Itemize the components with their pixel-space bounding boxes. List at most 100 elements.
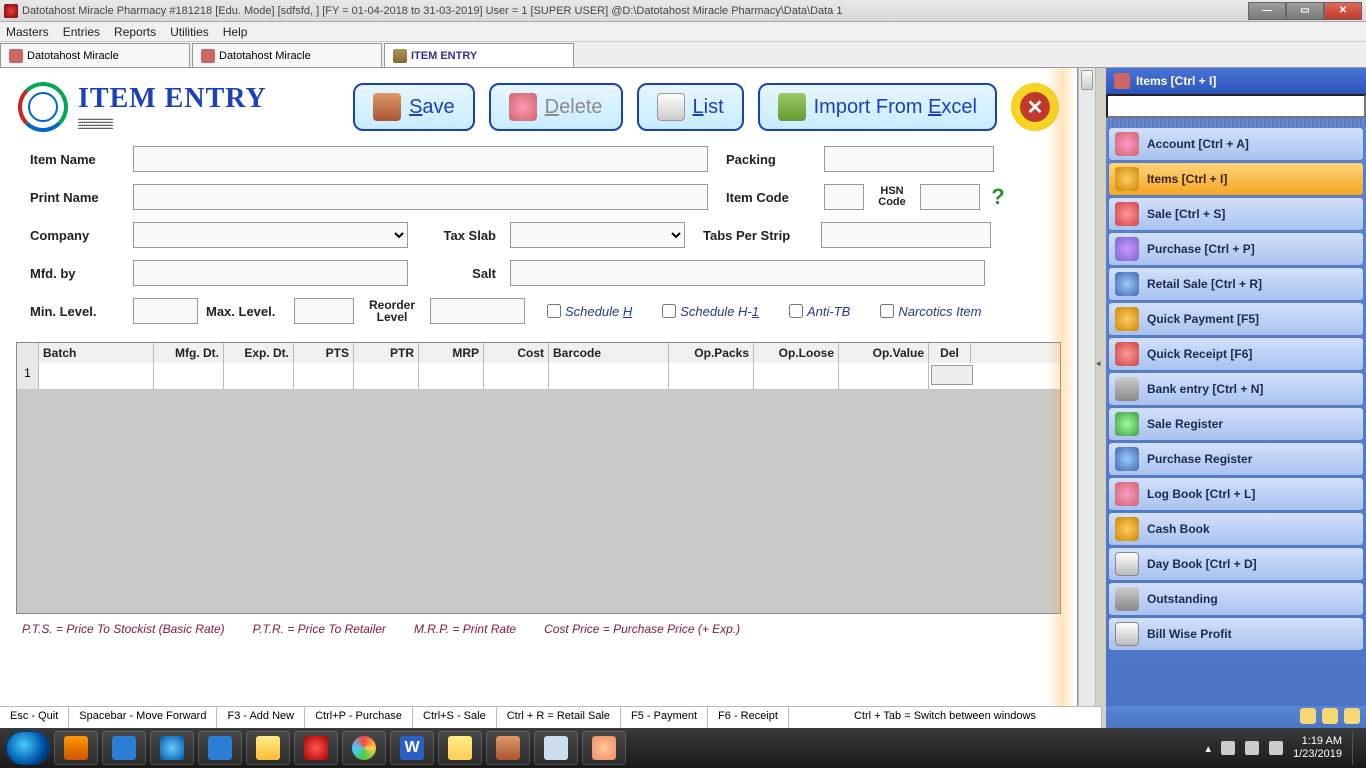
- side-item-14[interactable]: Bill Wise Profit: [1108, 617, 1364, 651]
- cell-cost[interactable]: [484, 363, 549, 389]
- col-mrp[interactable]: MRP: [419, 343, 484, 363]
- side-item-1[interactable]: Items [Ctrl + I]: [1108, 162, 1364, 196]
- taskbar-app[interactable]: [534, 731, 578, 765]
- taskbar-app[interactable]: [54, 731, 98, 765]
- menu-masters[interactable]: Masters: [6, 25, 49, 39]
- side-item-3[interactable]: Purchase [Ctrl + P]: [1108, 232, 1364, 266]
- taskbar-app[interactable]: [342, 731, 386, 765]
- taskbar-app[interactable]: [486, 731, 530, 765]
- schedule-h1-checkbox[interactable]: Schedule H-1: [662, 304, 759, 319]
- narcotics-checkbox[interactable]: Narcotics Item: [880, 304, 981, 319]
- cell-pts[interactable]: [294, 363, 354, 389]
- shortcut-ctrlp: Ctrl+P - Purchase: [305, 707, 413, 728]
- list-button[interactable]: List: [637, 83, 744, 131]
- import-from-excel-button[interactable]: Import From Excel: [758, 83, 997, 131]
- packing-input[interactable]: [824, 146, 994, 172]
- tray-volume-icon[interactable]: [1245, 741, 1259, 755]
- print-name-input[interactable]: [133, 184, 708, 210]
- item-name-input[interactable]: [133, 146, 708, 172]
- taskbar-app[interactable]: [582, 731, 626, 765]
- cell-op-value[interactable]: [839, 363, 929, 389]
- taskbar-app[interactable]: [150, 731, 194, 765]
- vertical-scrollbar[interactable]: [1078, 68, 1096, 728]
- window-minimize-button[interactable]: —: [1248, 2, 1286, 20]
- col-cost[interactable]: Cost: [484, 343, 549, 363]
- panel-splitter[interactable]: [1096, 68, 1106, 728]
- cell-ptr[interactable]: [354, 363, 419, 389]
- form-close-button[interactable]: ✕: [1011, 83, 1059, 131]
- reorder-level-input[interactable]: [430, 298, 525, 324]
- side-item-8[interactable]: Sale Register: [1108, 407, 1364, 441]
- salt-input[interactable]: [510, 260, 985, 286]
- cell-mrp[interactable]: [419, 363, 484, 389]
- schedule-h-checkbox[interactable]: Schedule H: [547, 304, 632, 319]
- cell-barcode[interactable]: [549, 363, 669, 389]
- item-code-input[interactable]: [824, 184, 864, 210]
- side-item-2[interactable]: Sale [Ctrl + S]: [1108, 197, 1364, 231]
- mfd-by-input[interactable]: [133, 260, 408, 286]
- side-item-0[interactable]: Account [Ctrl + A]: [1108, 127, 1364, 161]
- tray-network-icon[interactable]: [1221, 741, 1235, 755]
- col-exp-dt[interactable]: Exp. Dt.: [224, 343, 294, 363]
- hsn-code-input[interactable]: [920, 184, 980, 210]
- col-barcode[interactable]: Barcode: [549, 343, 669, 363]
- mdi-tab[interactable]: Datotahost Miracle: [192, 43, 382, 67]
- side-item-11[interactable]: Cash Book: [1108, 512, 1364, 546]
- cell-batch[interactable]: [39, 363, 154, 389]
- side-item-7[interactable]: Bank entry [Ctrl + N]: [1108, 372, 1364, 406]
- taskbar-app[interactable]: W: [390, 731, 434, 765]
- side-search-input[interactable]: [1106, 94, 1366, 118]
- max-level-input[interactable]: [294, 298, 354, 324]
- menu-help[interactable]: Help: [223, 25, 248, 39]
- col-mfg-dt[interactable]: Mfg. Dt.: [154, 343, 224, 363]
- help-icon[interactable]: ?: [988, 184, 1008, 210]
- company-select[interactable]: [133, 222, 408, 248]
- side-item-10[interactable]: Log Book [Ctrl + L]: [1108, 477, 1364, 511]
- foot-icon[interactable]: [1322, 708, 1338, 724]
- tax-slab-select[interactable]: [510, 222, 685, 248]
- col-op-loose[interactable]: Op.Loose: [754, 343, 839, 363]
- side-item-9[interactable]: Purchase Register: [1108, 442, 1364, 476]
- cell-op-packs[interactable]: [669, 363, 754, 389]
- delete-button[interactable]: Delete: [489, 83, 623, 131]
- tray-chevron-icon[interactable]: ▴: [1206, 742, 1212, 755]
- cell-del-button[interactable]: [931, 365, 973, 385]
- window-maximize-button[interactable]: ▭: [1286, 2, 1324, 20]
- tabs-per-strip-input[interactable]: [821, 222, 991, 248]
- side-item-4[interactable]: Retail Sale [Ctrl + R]: [1108, 267, 1364, 301]
- menu-entries[interactable]: Entries: [63, 25, 100, 39]
- taskbar-app[interactable]: [198, 731, 242, 765]
- col-batch[interactable]: Batch: [39, 343, 154, 363]
- taskbar-app[interactable]: [438, 731, 482, 765]
- tray-flag-icon[interactable]: [1269, 741, 1283, 755]
- col-op-packs[interactable]: Op.Packs: [669, 343, 754, 363]
- min-level-input[interactable]: [133, 298, 198, 324]
- cell-exp[interactable]: [224, 363, 294, 389]
- menu-utilities[interactable]: Utilities: [170, 25, 209, 39]
- taskbar-app[interactable]: [294, 731, 338, 765]
- save-button[interactable]: Save: [353, 83, 475, 131]
- side-item-6[interactable]: Quick Receipt [F6]: [1108, 337, 1364, 371]
- side-item-12[interactable]: Day Book [Ctrl + D]: [1108, 547, 1364, 581]
- mdi-tab[interactable]: Datotahost Miracle: [0, 43, 190, 67]
- col-del[interactable]: Del: [929, 343, 971, 363]
- side-item-13[interactable]: Outstanding: [1108, 582, 1364, 616]
- foot-icon[interactable]: [1300, 708, 1316, 724]
- col-pts[interactable]: PTS: [294, 343, 354, 363]
- mdi-tab-active[interactable]: ITEM ENTRY: [384, 43, 574, 67]
- system-clock[interactable]: 1:19 AM 1/23/2019: [1293, 735, 1342, 761]
- taskbar-app[interactable]: [102, 731, 146, 765]
- window-close-button[interactable]: ✕: [1324, 2, 1362, 20]
- anti-tb-checkbox[interactable]: Anti-TB: [789, 304, 850, 319]
- cell-op-loose[interactable]: [754, 363, 839, 389]
- grid-row[interactable]: 1: [17, 363, 1060, 389]
- taskbar-app[interactable]: [246, 731, 290, 765]
- menu-reports[interactable]: Reports: [114, 25, 156, 39]
- side-item-5[interactable]: Quick Payment [F5]: [1108, 302, 1364, 336]
- foot-icon[interactable]: [1344, 708, 1360, 724]
- show-desktop-button[interactable]: [1352, 731, 1360, 765]
- col-op-value[interactable]: Op.Value: [839, 343, 929, 363]
- col-ptr[interactable]: PTR: [354, 343, 419, 363]
- cell-mfg[interactable]: [154, 363, 224, 389]
- start-button[interactable]: [6, 731, 50, 765]
